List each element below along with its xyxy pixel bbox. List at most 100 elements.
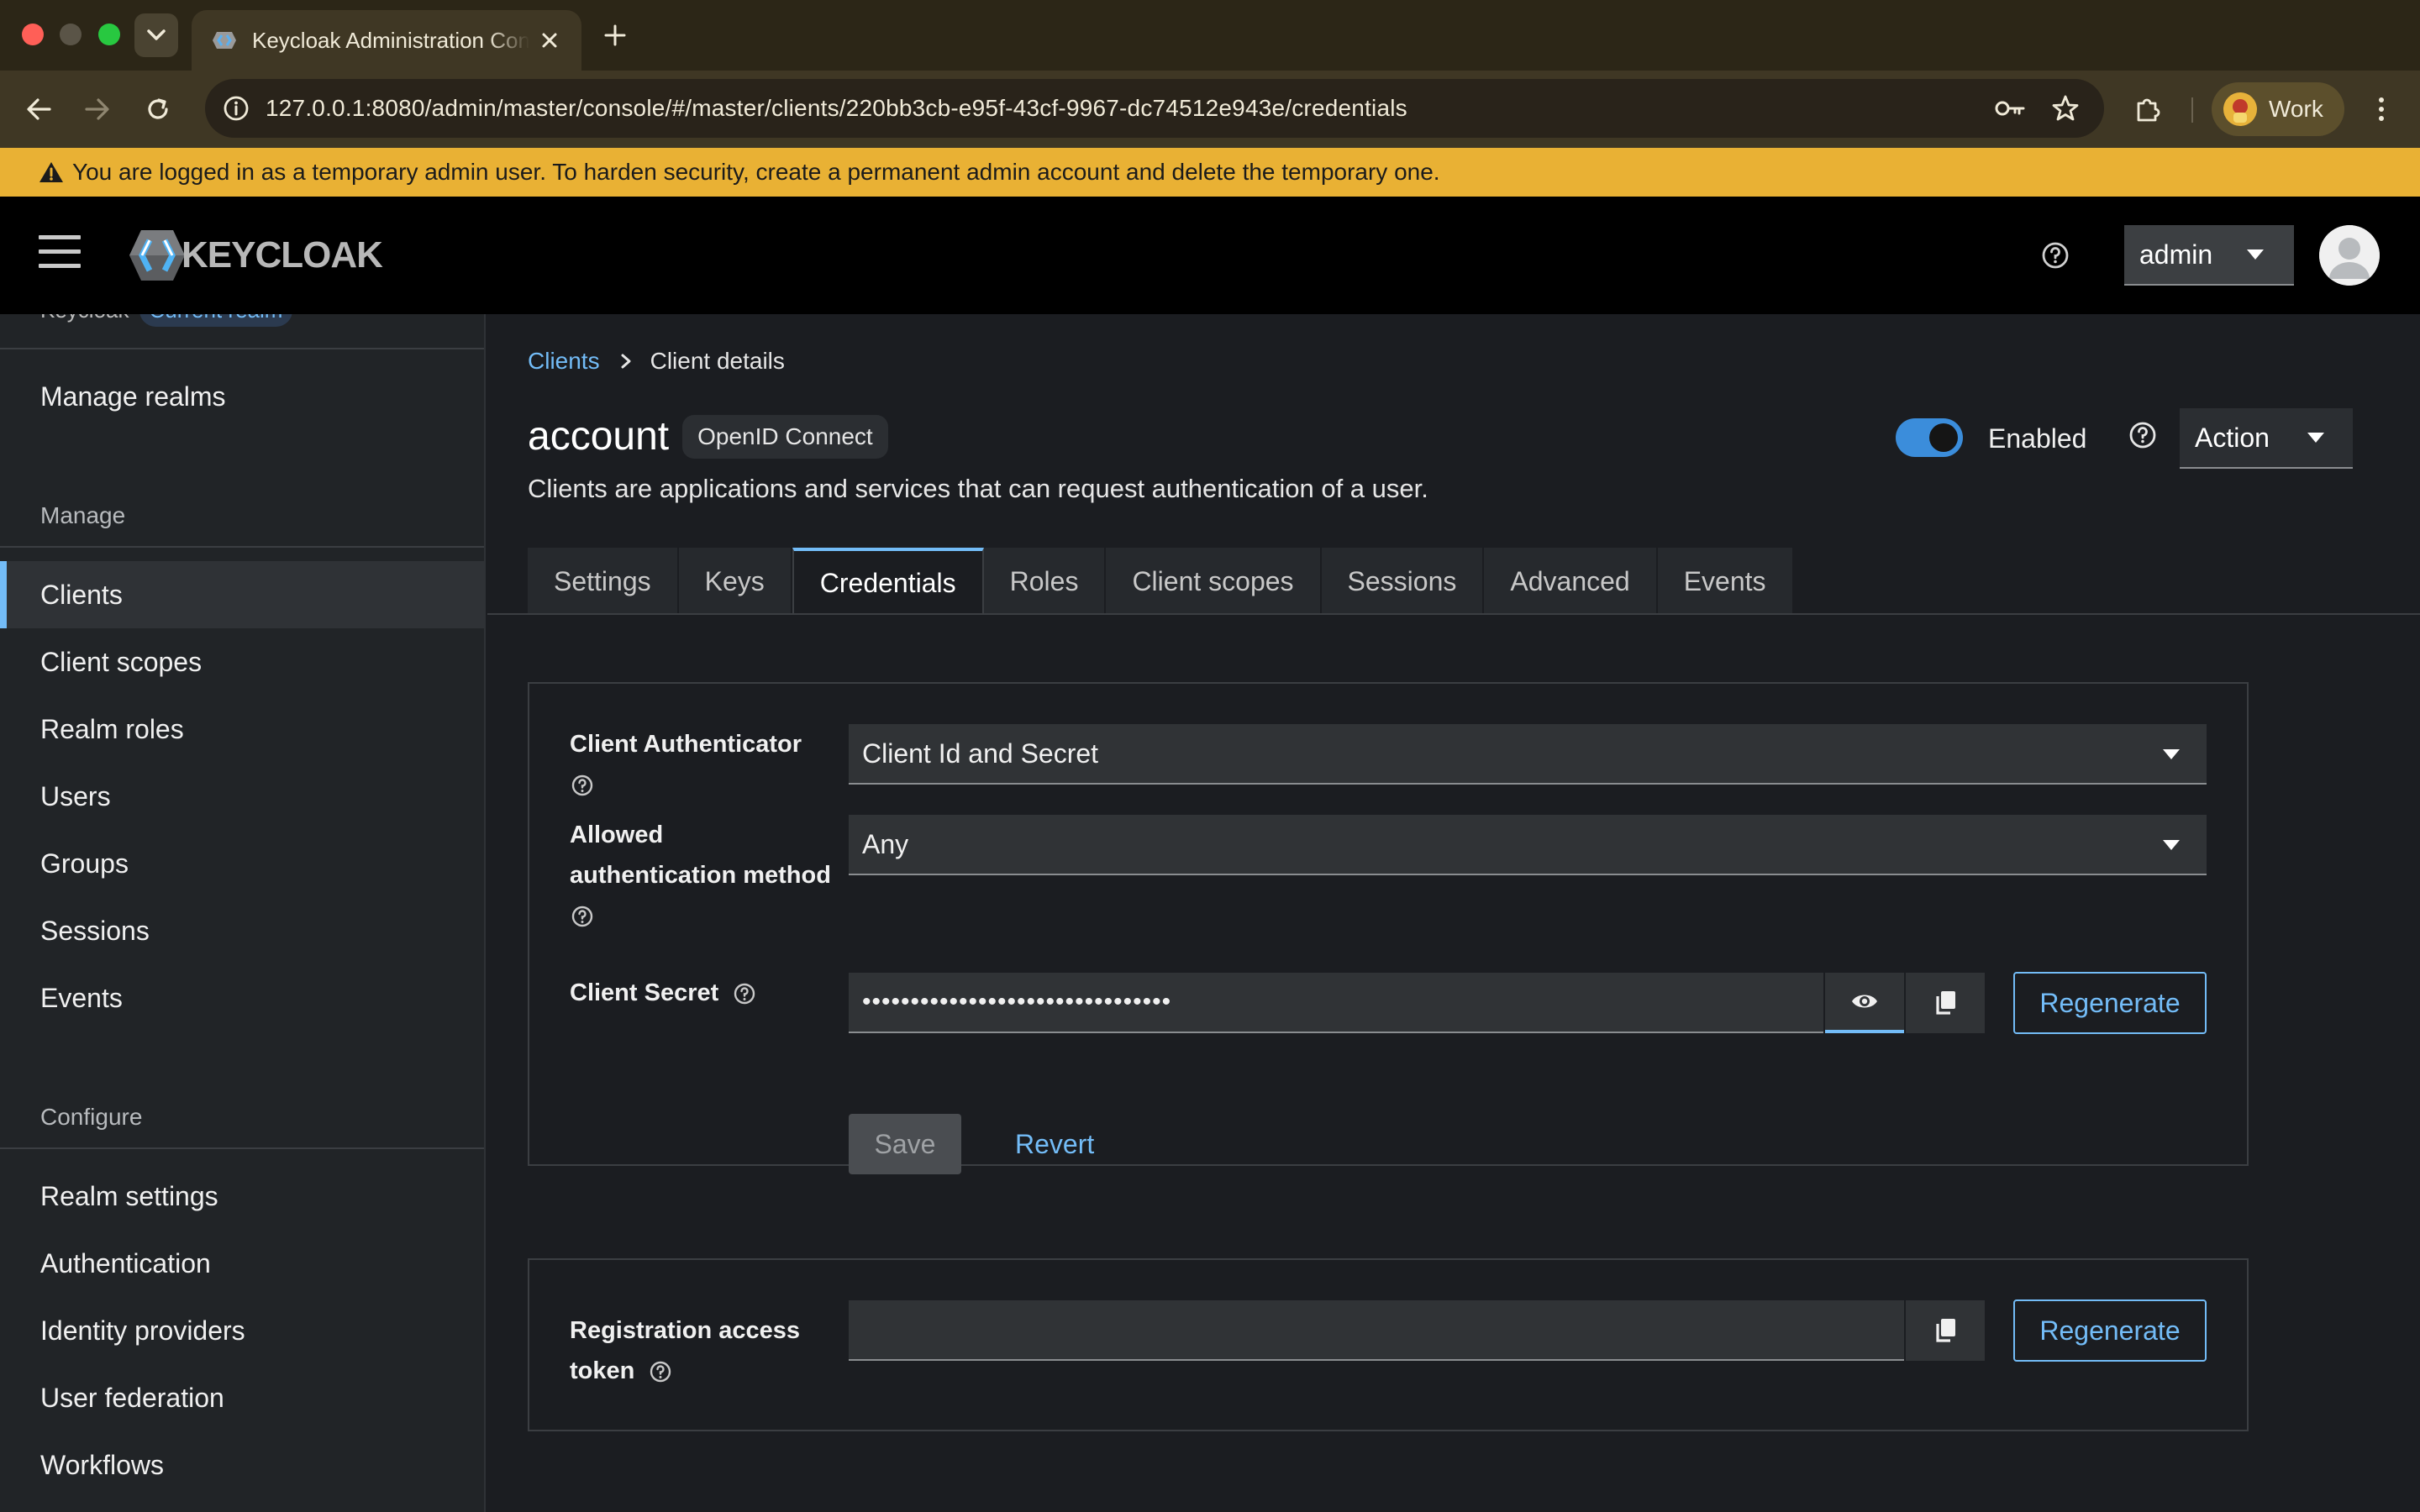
password-key-button[interactable] bbox=[1991, 90, 2028, 127]
main-content: Clients Client details account OpenID Co… bbox=[487, 314, 2420, 1512]
sidebar-item-clients[interactable]: Clients bbox=[0, 561, 484, 628]
hamburger-icon bbox=[39, 235, 81, 239]
sidebar-item-client-scopes[interactable]: Client scopes bbox=[0, 628, 484, 696]
action-dropdown[interactable]: Action bbox=[2180, 408, 2353, 469]
sidebar-divider bbox=[0, 348, 484, 349]
client-secret-input[interactable]: •••••••••••••••••••••••••••••••• bbox=[849, 973, 1823, 1033]
sidebar-item-label: Events bbox=[40, 982, 123, 1013]
keycloak-logo[interactable]: KEYCLOAK bbox=[128, 227, 383, 284]
tab-label: Credentials bbox=[819, 567, 956, 598]
sidebar-item-realm-roles[interactable]: Realm roles bbox=[0, 696, 484, 763]
allowed-auth-method-select[interactable]: Any bbox=[849, 815, 2207, 875]
regenerate-secret-button[interactable]: Regenerate bbox=[2013, 972, 2207, 1034]
realm-name: Keycloak bbox=[40, 314, 129, 323]
window-close-button[interactable] bbox=[22, 24, 44, 45]
tab-advanced[interactable]: Advanced bbox=[1484, 548, 1658, 615]
save-button[interactable]: Save bbox=[849, 1114, 961, 1174]
help-icon[interactable] bbox=[570, 773, 595, 798]
window-minimize-button[interactable] bbox=[60, 24, 82, 45]
copy-icon bbox=[1936, 1319, 1955, 1342]
question-circle-icon bbox=[2042, 242, 2069, 269]
sidebar-item-groups[interactable]: Groups bbox=[0, 830, 484, 897]
show-secret-button[interactable] bbox=[1825, 973, 1904, 1033]
bookmark-button[interactable] bbox=[2047, 90, 2084, 127]
tab-client-scopes[interactable]: Client scopes bbox=[1106, 548, 1322, 615]
forward-button[interactable] bbox=[77, 89, 118, 129]
breadcrumb-clients-link[interactable]: Clients bbox=[528, 348, 600, 375]
sidebar-item-sessions[interactable]: Sessions bbox=[0, 897, 484, 964]
toggle-knob bbox=[1929, 423, 1958, 452]
client-secret-value: •••••••••••••••••••••••••••••••• bbox=[862, 988, 1172, 1016]
copy-secret-button[interactable] bbox=[1906, 973, 1985, 1033]
tab-events[interactable]: Events bbox=[1657, 548, 1794, 615]
profile-button[interactable]: Work bbox=[2212, 82, 2344, 136]
address-bar[interactable]: 127.0.0.1:8080/admin/master/console/#/ma… bbox=[205, 79, 2104, 138]
browser-menu-button[interactable] bbox=[2363, 89, 2400, 129]
tab-label: Roles bbox=[1009, 565, 1079, 596]
enabled-label: Enabled bbox=[1988, 423, 2087, 454]
site-info-button[interactable] bbox=[217, 89, 255, 128]
chevron-right-icon bbox=[621, 354, 631, 369]
tab-keys[interactable]: Keys bbox=[678, 548, 792, 615]
tab-label: Settings bbox=[554, 565, 651, 596]
help-icon[interactable] bbox=[570, 904, 595, 929]
sidebar-item-label: Realm roles bbox=[40, 713, 184, 744]
browser-tab-keycloak[interactable]: Keycloak Administration Console bbox=[192, 10, 581, 71]
sidebar-item-identity-providers[interactable]: Identity providers bbox=[0, 1297, 484, 1364]
new-tab-button[interactable] bbox=[598, 18, 632, 52]
registration-token-label: Registration access token bbox=[570, 1317, 801, 1384]
sidebar-item-users[interactable]: Users bbox=[0, 763, 484, 830]
tab-close-button[interactable] bbox=[538, 29, 561, 52]
window-zoom-button[interactable] bbox=[98, 24, 120, 45]
extensions-button[interactable] bbox=[2128, 89, 2168, 129]
tab-label: Sessions bbox=[1347, 565, 1457, 596]
profile-label: Work bbox=[2269, 96, 2323, 122]
tab-sessions[interactable]: Sessions bbox=[1321, 548, 1485, 615]
registration-token-input[interactable] bbox=[849, 1300, 1904, 1361]
help-button[interactable] bbox=[2037, 237, 2074, 274]
user-menu-label: admin bbox=[2139, 239, 2213, 270]
sidebar-item-realm-settings[interactable]: Realm settings bbox=[0, 1163, 484, 1230]
tab-search-button[interactable] bbox=[134, 13, 178, 57]
sidebar-item-authentication[interactable]: Authentication bbox=[0, 1230, 484, 1297]
sidebar-item-user-federation[interactable]: User federation bbox=[0, 1364, 484, 1431]
close-icon bbox=[542, 33, 557, 48]
more-vertical-icon bbox=[2379, 97, 2384, 121]
tab-roles[interactable]: Roles bbox=[983, 548, 1107, 615]
client-authenticator-label: Client Authenticator bbox=[570, 724, 802, 805]
url-text: 127.0.0.1:8080/admin/master/console/#/ma… bbox=[266, 95, 1407, 121]
help-icon[interactable] bbox=[732, 981, 757, 1006]
realm-selector[interactable]: Keycloak Current realm bbox=[40, 314, 293, 327]
copy-token-button[interactable] bbox=[1906, 1300, 1985, 1361]
keycloak-logo-icon bbox=[129, 230, 185, 281]
select-value: Any bbox=[862, 828, 909, 859]
protocol-label: OpenID Connect bbox=[682, 414, 888, 459]
user-avatar[interactable] bbox=[2319, 225, 2380, 286]
tab-settings[interactable]: Settings bbox=[528, 548, 679, 615]
revert-button[interactable]: Revert bbox=[1000, 1114, 1109, 1174]
regenerate-token-button[interactable]: Regenerate bbox=[2013, 1299, 2207, 1362]
star-icon bbox=[2052, 95, 2079, 121]
back-button[interactable] bbox=[18, 89, 59, 129]
sidebar-item-workflows[interactable]: Workflows bbox=[0, 1431, 484, 1499]
reload-button[interactable] bbox=[138, 89, 178, 129]
page-header: account OpenID Connect bbox=[528, 413, 888, 459]
enabled-toggle[interactable] bbox=[1896, 418, 1963, 457]
tab-title: Keycloak Administration Console bbox=[252, 27, 529, 53]
help-icon[interactable] bbox=[648, 1359, 673, 1384]
button-label: Revert bbox=[1015, 1128, 1095, 1159]
nav-toggle-button[interactable] bbox=[39, 235, 81, 274]
browser-toolbar: 127.0.0.1:8080/admin/master/console/#/ma… bbox=[0, 71, 2420, 148]
tab-label: Keys bbox=[704, 565, 765, 596]
client-authenticator-select[interactable]: Client Id and Secret bbox=[849, 724, 2207, 785]
profile-avatar-icon bbox=[2223, 92, 2257, 126]
current-realm-badge: Current realm bbox=[139, 314, 293, 327]
tab-credentials[interactable]: Credentials bbox=[792, 548, 984, 615]
sidebar-item-manage-realms[interactable]: Manage realms bbox=[0, 363, 484, 430]
sidebar: Keycloak Current realm Manage realms Man… bbox=[0, 314, 486, 1512]
user-menu-dropdown[interactable]: admin bbox=[2124, 225, 2294, 286]
sidebar-item-events[interactable]: Events bbox=[0, 964, 484, 1032]
sidebar-item-label: Workflows bbox=[40, 1449, 164, 1480]
puzzle-icon bbox=[2137, 98, 2160, 122]
enabled-help-button[interactable] bbox=[2126, 418, 2160, 452]
